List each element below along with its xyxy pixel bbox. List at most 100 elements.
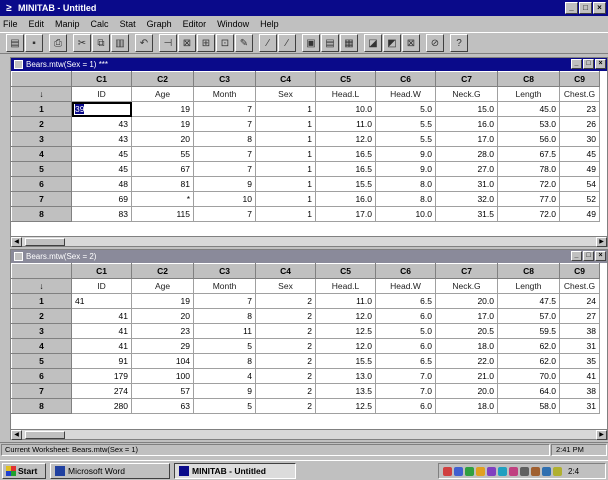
data-cell[interactable]: 41 xyxy=(559,368,600,384)
data-cell[interactable]: 48 xyxy=(71,176,132,192)
data-cell[interactable]: 19 xyxy=(131,293,194,309)
data-cell[interactable]: 41 xyxy=(71,293,132,309)
data-cell[interactable]: 2 xyxy=(255,308,316,324)
data-cell[interactable]: 17.0 xyxy=(435,131,498,147)
data-cell[interactable]: 1 xyxy=(255,191,316,207)
tray-app-icon[interactable] xyxy=(476,466,485,476)
data-cell[interactable]: 32.0 xyxy=(435,191,498,207)
tray-app-icon[interactable] xyxy=(465,466,474,476)
row-header[interactable]: 2 xyxy=(11,116,72,132)
data-cell[interactable]: 10 xyxy=(193,191,256,207)
data-cell[interactable]: 8 xyxy=(193,353,256,369)
data-cell[interactable]: 16.5 xyxy=(315,161,376,177)
data-cell[interactable]: 15.5 xyxy=(315,353,376,369)
data-cell[interactable]: 18.0 xyxy=(435,398,498,414)
scroll-left-arrow-icon[interactable]: ◀ xyxy=(11,237,22,247)
column-name-cell[interactable]: Length xyxy=(497,278,560,294)
menu-edit[interactable]: Edit xyxy=(29,19,45,29)
data-cell[interactable]: 11.0 xyxy=(315,116,376,132)
column-header[interactable]: C8 xyxy=(497,263,560,279)
data-cell[interactable]: 12.5 xyxy=(315,398,376,414)
data-cell[interactable]: 2 xyxy=(255,398,316,414)
column-header[interactable]: C4 xyxy=(255,263,316,279)
paste-icon[interactable]: ▥ xyxy=(111,34,129,52)
define-icon[interactable]: ⊡ xyxy=(216,34,234,52)
data-cell[interactable]: 13.5 xyxy=(315,383,376,399)
column-header[interactable]: C4 xyxy=(255,71,316,87)
data-cell[interactable]: 12.0 xyxy=(315,308,376,324)
taskbar-minitab-button[interactable]: MINITAB - Untitled xyxy=(174,462,296,479)
column-header[interactable]: C7 xyxy=(435,263,498,279)
data-cell[interactable]: 28.0 xyxy=(435,146,498,162)
column-name-cell[interactable]: Head.W xyxy=(375,278,436,294)
menu-file[interactable]: File xyxy=(3,19,18,29)
data-cell[interactable]: 5.5 xyxy=(375,116,436,132)
start-button[interactable]: Start xyxy=(2,462,46,479)
menu-graph[interactable]: Graph xyxy=(147,19,172,29)
column-name-cell[interactable]: Month xyxy=(193,86,256,102)
data-cell[interactable]: 7 xyxy=(193,206,256,222)
session-window-icon[interactable]: ▣ xyxy=(302,34,320,52)
data-cell[interactable]: 31 xyxy=(559,338,600,354)
cut-icon[interactable]: ✂ xyxy=(73,34,91,52)
data-cell[interactable]: 54 xyxy=(559,176,600,192)
data-cell[interactable]: 38 xyxy=(559,383,600,399)
column-header[interactable]: C2 xyxy=(131,263,194,279)
data-cell[interactable]: 7 xyxy=(193,146,256,162)
data-cell[interactable]: 18.0 xyxy=(435,338,498,354)
edit-last-dialog-icon[interactable]: ∕ xyxy=(259,34,277,52)
insert-cell-icon[interactable]: ⊞ xyxy=(197,34,215,52)
column-header[interactable]: C6 xyxy=(375,263,436,279)
column-header[interactable]: C6 xyxy=(375,71,436,87)
worksheet1-title-bar[interactable]: Bears.mtw(Sex = 1) *** _ □ × xyxy=(11,58,607,71)
corner-cell[interactable] xyxy=(11,263,72,279)
column-name-cell[interactable]: Neck.G xyxy=(435,278,498,294)
data-cell[interactable]: 6.0 xyxy=(375,308,436,324)
data-cell[interactable]: 5.5 xyxy=(375,131,436,147)
column-header[interactable]: C7 xyxy=(435,71,498,87)
data-cell[interactable]: 91 xyxy=(71,353,132,369)
data-window-icon[interactable]: ▤ xyxy=(321,34,339,52)
data-cell[interactable]: 47.5 xyxy=(497,293,560,309)
data-cell[interactable]: 9.0 xyxy=(375,161,436,177)
data-cell[interactable]: 12.0 xyxy=(315,131,376,147)
data-cell[interactable]: 63 xyxy=(131,398,194,414)
data-cell[interactable]: 67.5 xyxy=(497,146,560,162)
menu-manip[interactable]: Manip xyxy=(55,19,80,29)
tray-app-icon[interactable] xyxy=(498,466,507,476)
data-cell[interactable]: 22.0 xyxy=(435,353,498,369)
data-cell[interactable]: 23 xyxy=(131,323,194,339)
data-cell[interactable]: 49 xyxy=(559,206,600,222)
data-cell[interactable]: 41 xyxy=(71,338,132,354)
data-entry-arrow-icon[interactable]: ↓ xyxy=(11,278,72,294)
brush-tool-icon[interactable]: ∕ xyxy=(278,34,296,52)
data-cell[interactable]: 6.0 xyxy=(375,398,436,414)
menu-window[interactable]: Window xyxy=(217,19,249,29)
app-title-bar[interactable]: ≥ MINITAB - Untitled _ □ × xyxy=(0,0,608,16)
scroll-right-arrow-icon[interactable]: ▶ xyxy=(596,237,607,247)
minimize-button[interactable]: _ xyxy=(565,2,578,14)
menu-help[interactable]: Help xyxy=(260,19,279,29)
insert-column-icon[interactable]: ⊠ xyxy=(178,34,196,52)
data-cell[interactable]: 12.5 xyxy=(315,323,376,339)
tray-app-icon[interactable] xyxy=(531,466,540,476)
data-cell[interactable]: 23 xyxy=(559,101,600,117)
column-header[interactable]: C3 xyxy=(193,263,256,279)
row-header[interactable]: 8 xyxy=(11,398,72,414)
column-name-cell[interactable]: Age xyxy=(131,86,194,102)
data-cell[interactable]: 13.0 xyxy=(315,368,376,384)
column-name-cell[interactable]: Month xyxy=(193,278,256,294)
data-cell[interactable]: 115 xyxy=(131,206,194,222)
data-cell[interactable]: 24 xyxy=(559,293,600,309)
data-cell[interactable]: * xyxy=(131,191,194,207)
tile-windows-icon[interactable]: ◩ xyxy=(383,34,401,52)
row-header[interactable]: 3 xyxy=(11,323,72,339)
data-cell[interactable]: 59.5 xyxy=(497,323,560,339)
data-cell[interactable]: 8 xyxy=(193,308,256,324)
data-cell[interactable]: 31.5 xyxy=(435,206,498,222)
data-cell[interactable]: 2 xyxy=(255,353,316,369)
row-header[interactable]: 7 xyxy=(11,191,72,207)
data-cell[interactable]: 27.0 xyxy=(435,161,498,177)
data-cell[interactable]: 274 xyxy=(71,383,132,399)
row-header[interactable]: 7 xyxy=(11,383,72,399)
